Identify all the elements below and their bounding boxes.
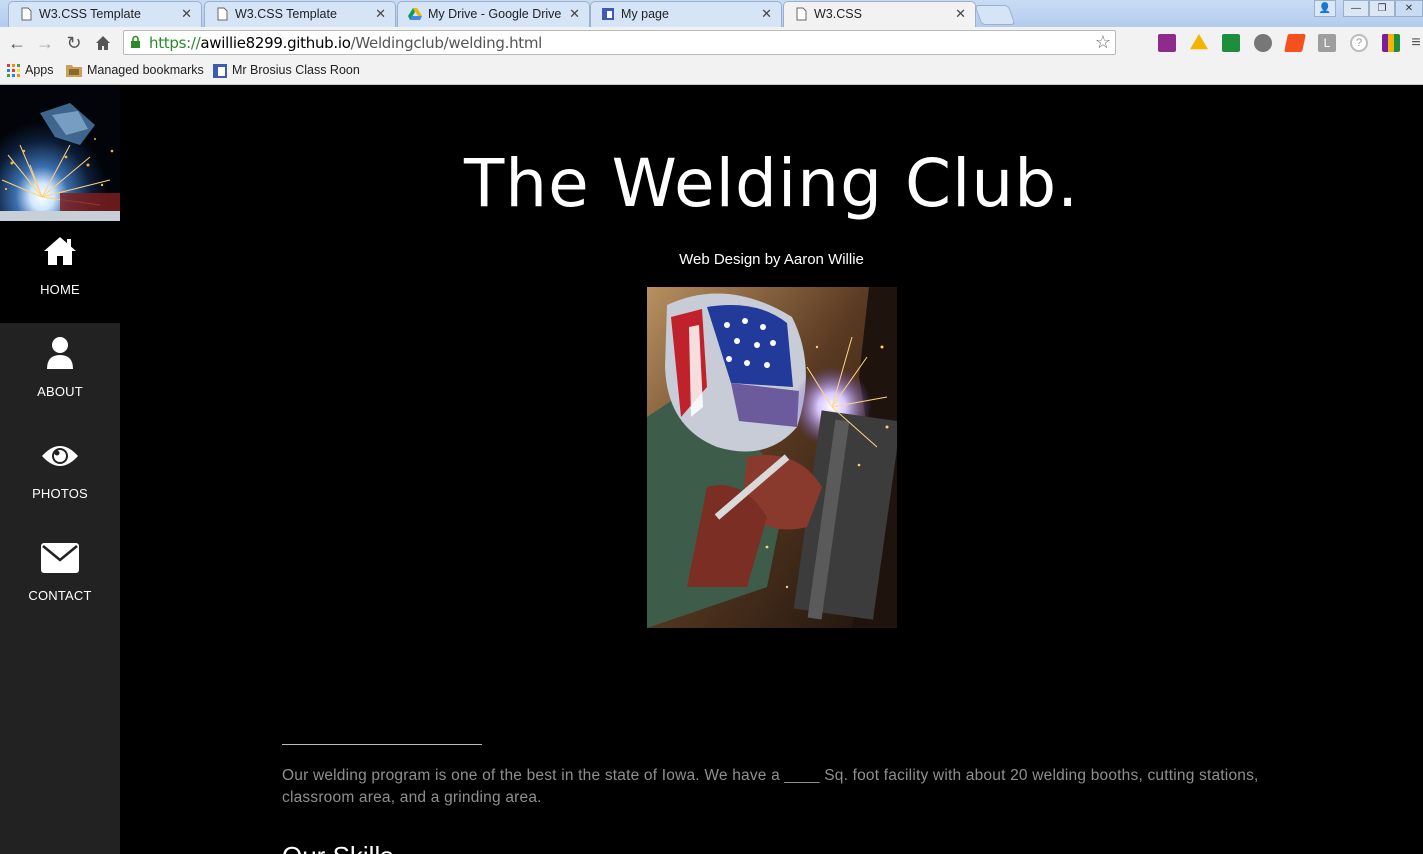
nav-about[interactable]: ABOUT — [0, 323, 120, 425]
nav-contact-label: CONTACT — [28, 588, 92, 603]
tab-title: My Drive - Google Drive — [428, 7, 562, 21]
sidebar-welding-sparks-image — [0, 85, 120, 221]
bookmark-extension-icon[interactable] — [1284, 34, 1306, 52]
sites-icon — [213, 63, 227, 78]
close-icon[interactable]: ✕ — [955, 6, 966, 22]
bookmark-star-icon[interactable]: ☆ — [1095, 32, 1111, 53]
reload-icon[interactable]: ↻ — [63, 32, 85, 54]
close-icon[interactable]: ✕ — [569, 6, 580, 22]
tab-title: W3.CSS Template — [39, 7, 141, 21]
bookmark-label: Apps — [25, 63, 54, 77]
tab-w3css[interactable]: W3.CSS ✕ — [783, 1, 976, 28]
tab-title: W3.CSS — [814, 7, 862, 21]
profile-icon[interactable]: 👤 — [1314, 0, 1336, 17]
tab-title: W3.CSS Template — [235, 7, 337, 21]
eye-icon — [42, 446, 78, 466]
skills-heading: Our Skills — [282, 841, 393, 854]
bookmark-label: Managed bookmarks — [87, 63, 204, 77]
restore-icon[interactable]: ❐ — [1369, 0, 1395, 17]
bookmark-label: Mr Brosius Class Roon — [232, 63, 360, 77]
welder-hero-image — [647, 287, 901, 628]
back-icon[interactable]: ← — [6, 32, 28, 54]
bookmark-mr-brosius[interactable]: Mr Brosius Class Roon — [213, 63, 360, 78]
apps-grid-icon — [7, 64, 20, 78]
google-drive-icon — [408, 8, 422, 20]
section-divider — [282, 744, 482, 745]
tab-w3css-template-1[interactable]: W3.CSS Template ✕ — [8, 1, 202, 27]
minimize-icon[interactable]: — — [1343, 0, 1369, 17]
page-title: The Welding Club. — [463, 145, 1080, 222]
nav-home-label: HOME — [40, 282, 80, 297]
address-url: https://awillie8299.github.io/Weldingclu… — [149, 34, 543, 52]
tab-my-page[interactable]: My page ✕ — [590, 1, 782, 27]
page-icon — [21, 7, 32, 21]
page-icon — [796, 7, 807, 21]
nav-home[interactable]: HOME — [0, 221, 120, 323]
home-icon — [44, 237, 76, 265]
extension-icon[interactable] — [1382, 34, 1400, 52]
user-icon — [47, 337, 73, 369]
tab-w3css-template-2[interactable]: W3.CSS Template ✕ — [204, 1, 396, 27]
help-extension-icon[interactable]: ? — [1350, 34, 1368, 52]
tab-title: My page — [621, 7, 669, 21]
web-page: HOME ABOUT PHOTOS CONTACT The Welding Cl… — [0, 85, 1423, 854]
sites-icon — [602, 8, 614, 20]
bookmark-managed[interactable]: Managed bookmarks — [66, 63, 204, 78]
nav-photos[interactable]: PHOTOS — [0, 425, 120, 527]
about-paragraph: Our welding program is one of the best i… — [282, 767, 1259, 806]
envelope-icon — [41, 543, 79, 573]
extension-icon[interactable] — [1158, 34, 1176, 52]
nav-contact[interactable]: CONTACT — [0, 527, 120, 629]
window-close-icon[interactable]: ✕ — [1395, 0, 1423, 17]
main-content: The Welding Club. Web Design by Aaron Wi… — [120, 85, 1423, 854]
screencast-extension-icon[interactable] — [1254, 34, 1272, 52]
close-icon[interactable]: ✕ — [375, 6, 386, 22]
address-bar[interactable]: https://awillie8299.github.io/Weldingclu… — [123, 30, 1116, 55]
classroom-extension-icon[interactable] — [1222, 34, 1240, 52]
sidebar: HOME ABOUT PHOTOS CONTACT — [0, 85, 120, 854]
tab-strip: W3.CSS Template ✕ W3.CSS Template ✕ My D… — [0, 0, 1423, 28]
new-tab-button[interactable] — [974, 5, 1016, 25]
lock-icon — [131, 35, 140, 48]
menu-icon[interactable]: ≡ — [1405, 32, 1423, 54]
browser-chrome: W3.CSS Template ✕ W3.CSS Template ✕ My D… — [0, 0, 1423, 85]
home-browser-icon[interactable] — [92, 32, 114, 54]
page-subtitle: Web Design by Aaron Willie — [679, 251, 864, 268]
folder-icon — [66, 65, 82, 78]
page-icon — [217, 7, 228, 21]
bookmark-apps[interactable]: Apps — [7, 63, 54, 78]
close-icon[interactable]: ✕ — [761, 6, 772, 22]
tab-google-drive[interactable]: My Drive - Google Drive ✕ — [397, 1, 590, 27]
nav-photos-label: PHOTOS — [32, 486, 88, 501]
bookmarks-bar: Apps Managed bookmarks Mr Brosius Class … — [0, 60, 1423, 85]
close-icon[interactable]: ✕ — [181, 6, 192, 22]
forward-icon[interactable]: → — [34, 32, 56, 54]
l-extension-icon[interactable]: L — [1318, 34, 1336, 52]
browser-toolbar: ← → ↻ https://awillie8299.github.io/Weld… — [0, 27, 1423, 60]
nav-about-label: ABOUT — [37, 384, 83, 399]
google-drive-extension-icon[interactable] — [1190, 34, 1208, 50]
